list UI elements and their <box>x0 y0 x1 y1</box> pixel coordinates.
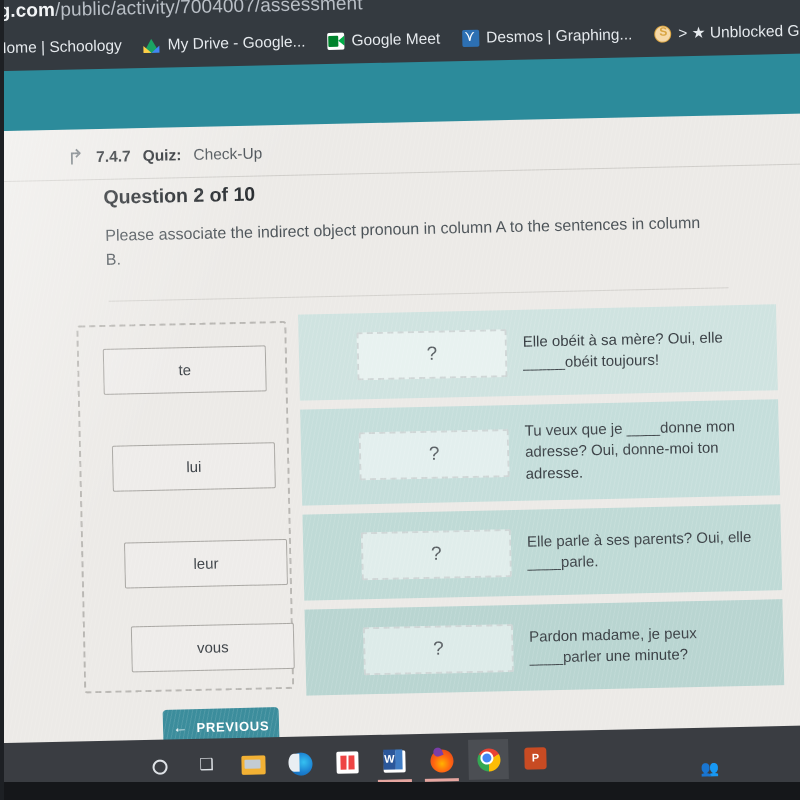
sentence-text: Tu veux que je ____donne mon adresse? Ou… <box>524 418 736 483</box>
drop-zone-4[interactable]: ? <box>362 624 514 676</box>
bookmark-unblocked-games[interactable]: > ★ Unblocked Ga... <box>654 21 800 44</box>
quiz-page: ↰ 7.4.7 Quiz: Check-Up Question 2 of 10 … <box>0 112 800 752</box>
cortana-icon[interactable] <box>146 753 173 780</box>
bookmark-label: Desmos | Graphing... <box>486 25 633 47</box>
draggable-chip-vous[interactable]: vous <box>130 622 295 673</box>
bookmark-label: Google Meet <box>351 30 441 49</box>
microsoft-store-icon[interactable] <box>334 749 361 776</box>
powerpoint-icon[interactable]: P <box>522 745 549 772</box>
column-a-bank: te lui leur vous <box>76 320 295 694</box>
prompt-divider <box>108 287 729 302</box>
bookmark-label: > ★ Unblocked Ga... <box>678 22 800 43</box>
back-arrow-icon[interactable]: ↰ <box>66 146 84 169</box>
match-row: ? Pardon madame, je peux ____parler une … <box>304 599 785 696</box>
draggable-chip-lui[interactable]: lui <box>111 442 276 492</box>
google-drive-icon <box>144 37 161 54</box>
screen-bezel-left <box>0 0 4 800</box>
screen-photo: g.com/public/activity/7004007/assessment… <box>0 0 800 800</box>
drop-zone-1[interactable]: ? <box>356 329 508 381</box>
drop-zone-2[interactable]: ? <box>358 429 510 481</box>
microsoft-edge-icon[interactable] <box>287 750 314 777</box>
chip-label: te <box>178 361 192 379</box>
firefox-icon[interactable] <box>428 747 455 774</box>
address-bar[interactable]: g.com/public/activity/7004007/assessment <box>0 0 363 23</box>
google-chrome-icon[interactable] <box>468 739 509 780</box>
chip-label: lui <box>186 458 202 476</box>
sentence-text: Pardon madame, je peux ____parler une mi… <box>528 624 697 667</box>
quiz-kind-label: Quiz: <box>142 146 182 165</box>
microsoft-word-icon[interactable] <box>381 748 408 775</box>
quiz-name: Check-Up <box>193 144 263 164</box>
match-row: ? Elle parle à ses parents? Oui, elle __… <box>302 504 783 601</box>
taskbar-icons: ❑ P <box>146 739 549 780</box>
match-row: ? Elle obéit à sa mère? Oui, elle _____o… <box>298 304 778 401</box>
quiz-breadcrumb: ↰ 7.4.7 Quiz: Check-Up <box>66 143 263 170</box>
draggable-chip-leur[interactable]: leur <box>123 538 288 589</box>
people-icon[interactable]: 👥 <box>701 759 720 777</box>
sentence-text: Elle obéit à sa mère? Oui, elle _____obé… <box>522 329 723 372</box>
bookmark-schoology[interactable]: Home | Schoology <box>0 37 122 58</box>
column-b-rows: ? Elle obéit à sa mère? Oui, elle _____o… <box>298 304 785 704</box>
chip-label: leur <box>193 554 219 573</box>
bookmark-label: My Drive - Google... <box>167 32 306 53</box>
bookmark-label: Home | Schoology <box>0 36 122 57</box>
file-explorer-icon[interactable] <box>240 751 267 778</box>
question-prompt: Please associate the indirect object pro… <box>105 214 701 270</box>
drop-placeholder: ? <box>426 343 438 365</box>
drop-placeholder: ? <box>430 543 442 565</box>
chip-label: vous <box>196 638 229 657</box>
bookmark-google-meet[interactable]: Google Meet <box>327 30 440 50</box>
url-path: /public/activity/7004007/assessment <box>54 0 363 21</box>
task-view-icon[interactable]: ❑ <box>193 752 220 779</box>
desmos-icon <box>462 29 480 48</box>
google-sites-icon <box>654 25 672 43</box>
draggable-chip-te[interactable]: te <box>102 345 267 395</box>
previous-button-label: PREVIOUS <box>196 717 270 735</box>
quiz-number: 7.4.7 <box>96 147 131 166</box>
drop-placeholder: ? <box>432 638 444 660</box>
bookmark-my-drive[interactable]: My Drive - Google... <box>144 33 306 55</box>
screen-bezel-bottom <box>0 782 800 800</box>
match-row: ? Tu veux que je ____donne mon adresse? … <box>300 399 781 506</box>
question-counter: Question 2 of 10 <box>103 183 256 209</box>
url-host: g.com <box>0 0 56 23</box>
drop-zone-3[interactable]: ? <box>360 529 512 581</box>
matching-exercise: te lui leur vous ? Elle obéit à sa mère?… <box>76 304 785 705</box>
bookmarks-bar: Home | Schoology My Drive - Google... Go… <box>0 20 800 58</box>
bookmark-desmos[interactable]: Desmos | Graphing... <box>462 26 633 48</box>
left-arrow-icon: ← <box>172 718 189 737</box>
sentence-text: Elle parle à ses parents? Oui, elle ____… <box>526 528 752 572</box>
google-meet-icon <box>327 32 345 50</box>
drop-placeholder: ? <box>428 443 440 465</box>
